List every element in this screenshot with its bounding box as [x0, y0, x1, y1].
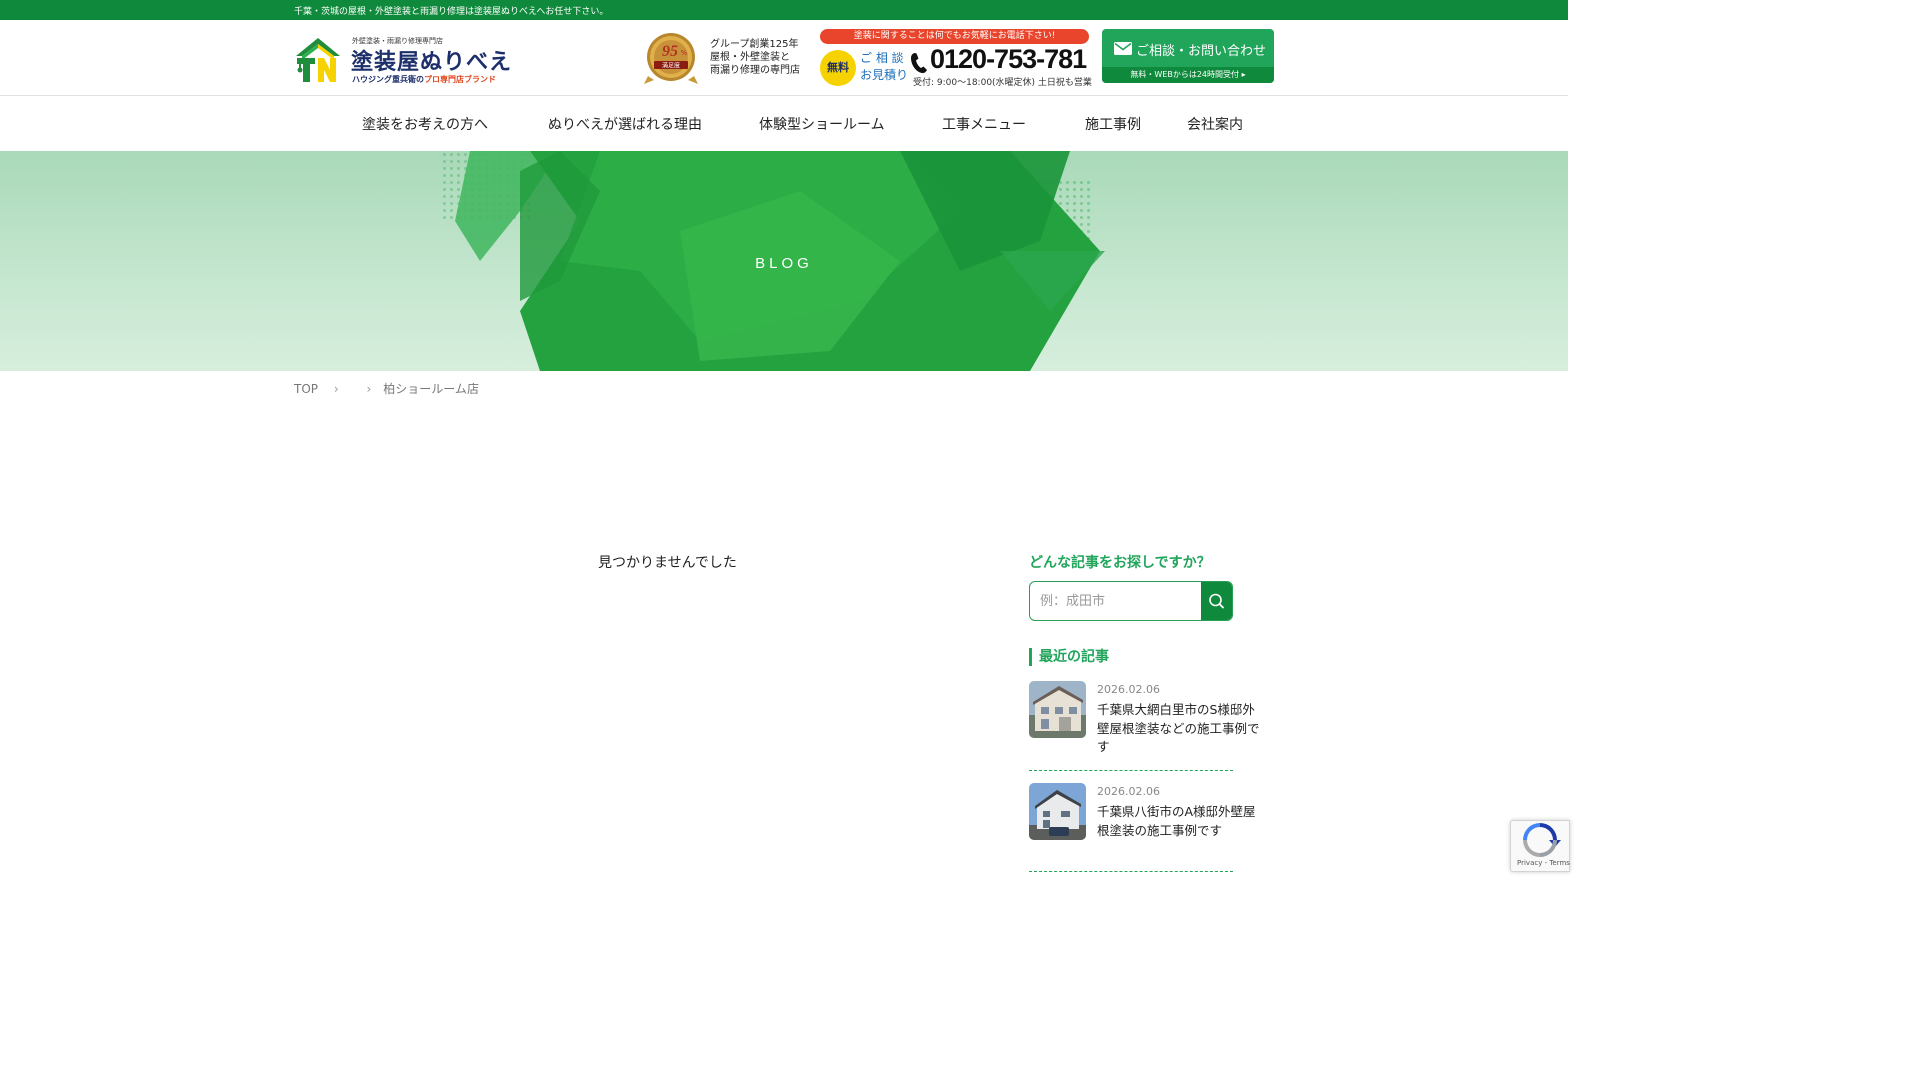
svg-text:%: % — [681, 49, 688, 57]
logo-subtitle: ハウジング重兵衛のプロ専門店ブランド — [352, 74, 496, 85]
phone-icon — [911, 53, 927, 74]
free-badge: 無料 — [820, 50, 856, 86]
logo-subtitle-accent: プロ専門店ブランド — [424, 75, 496, 84]
breadcrumb-current: 柏ショールーム店 — [383, 382, 479, 396]
recent-posts-heading: 最近の記事 — [1029, 648, 1109, 666]
contact-button-label: ご相談・お問い合わせ — [1136, 44, 1267, 59]
nav-item-reasons[interactable]: ぬりべえが選ばれる理由 — [548, 114, 702, 134]
recent-post-item[interactable]: 2026.02.06 千葉県八街市のA様邸外壁屋根塗装の施工事例です — [1029, 783, 1256, 872]
blog-hero-banner: BLOG — [0, 151, 1568, 371]
global-nav: 塗装をお考えの方へ ぬりべえが選ばれる理由 体験型ショールーム 工事メニュー 施… — [0, 96, 1568, 151]
search-input[interactable] — [1030, 582, 1202, 620]
not-found-message: 見つかりませんでした — [598, 555, 737, 571]
estimate-label: お見積り — [860, 68, 909, 82]
recaptcha-badge[interactable]: Privacy - Terms — [1510, 820, 1570, 872]
site-logo[interactable]: 外壁塗装・雨漏り修理専門店 塗装屋ぬりべえ ハウジング重兵衛のプロ専門店ブランド — [294, 34, 524, 86]
company-history-line-3: 雨漏り修理の専門店 — [710, 65, 800, 76]
post-title: 千葉県大網白里市のS様邸外壁屋根塗装などの施工事例です — [1097, 702, 1260, 754]
mail-icon — [1114, 42, 1132, 55]
consult-estimate-label: ご 相 談 お見積り — [860, 50, 910, 84]
search-heading: どんな記事をお探しですか？ — [1029, 555, 1211, 571]
company-history-line-1: グループ創業125年 — [710, 39, 799, 50]
consult-label: ご 相 談 — [860, 51, 904, 65]
post-title: 千葉県八街市のA様邸外壁屋根塗装の施工事例です — [1097, 804, 1256, 838]
chevron-right-icon: › — [333, 382, 339, 396]
satisfaction-badge-icon: 95 % 満足度 — [644, 33, 698, 84]
phone-number-link[interactable]: 0120-753-781 — [930, 44, 1087, 75]
svg-text:95: 95 — [662, 43, 678, 60]
recaptcha-icon — [1523, 823, 1561, 857]
contact-button[interactable]: ご相談・お問い合わせ 無料・WEBからは24時間受付 ▸ — [1102, 29, 1274, 83]
svg-text:満足度: 満足度 — [662, 62, 680, 70]
nav-item-company[interactable]: 会社案内 — [1187, 114, 1243, 134]
post-date: 2026.02.06 — [1097, 785, 1160, 798]
nav-item-showroom[interactable]: 体験型ショールーム — [759, 114, 885, 134]
logo-subtitle-prefix: ハウジング重兵衛の — [352, 75, 424, 84]
search-button[interactable] — [1201, 582, 1232, 620]
breadcrumb-top-link[interactable]: TOP — [294, 382, 318, 396]
recaptcha-privacy-terms[interactable]: Privacy - Terms — [1517, 859, 1570, 867]
tel-banner: 塗装に関することは何でもお気軽にお電話下さい! — [820, 29, 1089, 44]
nav-item-for-customers[interactable]: 塗装をお考えの方へ — [362, 114, 488, 134]
company-history-text: グループ創業125年 屋根・外壁塗装と 雨漏り修理の専門店 — [710, 38, 810, 77]
post-date: 2026.02.06 — [1097, 683, 1160, 696]
business-hours: 受付: 9:00〜18:00(水曜定休) 土日祝も営業 — [913, 78, 1092, 88]
logo-wordmark: 塗装屋ぬりべえ — [351, 50, 513, 75]
logo-mark-icon — [296, 38, 340, 82]
post-thumbnail — [1029, 783, 1086, 840]
top-announcement-bar: 千葉・茨城の屋根・外壁塗装と雨漏り修理は塗装屋ぬりべえへお任せ下さい。 — [0, 0, 1568, 20]
nav-item-menu[interactable]: 工事メニュー — [942, 114, 1026, 134]
hero-title: BLOG — [755, 255, 813, 272]
recent-post-item[interactable]: 2026.02.06 千葉県大網白里市のS様邸外壁屋根塗装などの施工事例です — [1029, 681, 1260, 771]
search-icon — [1209, 593, 1224, 609]
nav-item-cases[interactable]: 施工事例 — [1085, 114, 1141, 134]
site-header: 外壁塗装・雨漏り修理専門店 塗装屋ぬりべえ ハウジング重兵衛のプロ専門店ブランド… — [0, 20, 1568, 96]
top-announcement-text: 千葉・茨城の屋根・外壁塗装と雨漏り修理は塗装屋ぬりべえへお任せ下さい。 — [294, 7, 609, 17]
breadcrumb: TOP › › 柏ショールーム店 — [294, 380, 479, 397]
company-history-line-2: 屋根・外壁塗装と — [710, 52, 790, 63]
search-form — [1029, 581, 1233, 621]
post-thumbnail — [1029, 681, 1086, 738]
contact-button-note: 無料・WEBからは24時間受付 ▸ — [1102, 67, 1274, 83]
chevron-right-icon: › — [366, 382, 372, 396]
